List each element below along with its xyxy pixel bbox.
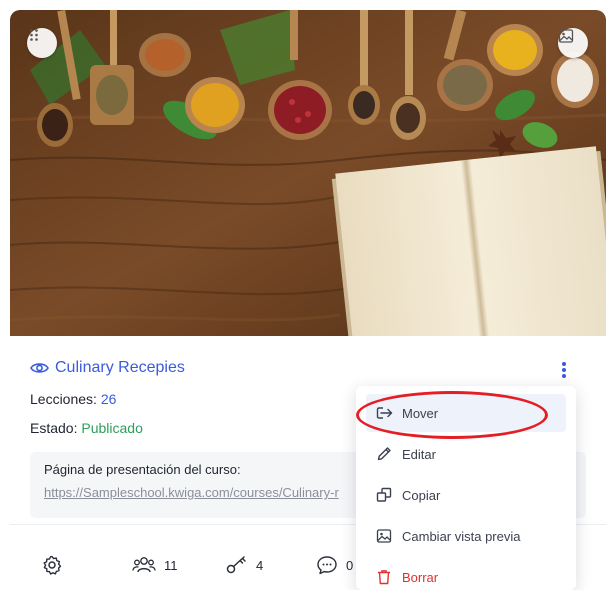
comment-icon [317,556,337,575]
menu-item-edit[interactable]: Editar [366,435,566,473]
lessons-info: Lecciones: 26 [30,391,116,407]
move-icon [376,407,393,419]
more-options-button[interactable] [556,360,572,380]
menu-item-delete[interactable]: Borrar [366,558,566,590]
menu-item-change-preview[interactable]: Cambiar vista previa [366,517,566,555]
image-icon [558,29,574,43]
drag-handle-button[interactable] [27,28,57,58]
settings-button[interactable] [42,555,70,575]
comments-stat[interactable]: 0 [316,555,353,575]
course-actions-menu: Mover Editar Copiar Cambiar vista previa… [356,386,576,590]
menu-item-edit-label: Editar [402,446,436,462]
course-title-row: Culinary Recepies [30,359,185,377]
menu-item-copy[interactable]: Copiar [366,476,566,514]
students-stat[interactable]: 11 [132,555,178,575]
access-keys-count: 4 [256,557,264,573]
students-count: 11 [164,557,178,573]
kebab-dot [562,374,566,378]
pencil-icon [377,447,391,461]
comments-count: 0 [346,557,354,573]
copy-icon [376,487,392,502]
kebab-dot [562,362,566,366]
state-value: Publicado [81,420,143,436]
menu-item-move[interactable]: Mover [366,394,566,432]
lessons-count: 26 [100,391,117,407]
state-info: Estado: Publicado [30,420,143,436]
cover-illustration [10,10,606,336]
access-keys-stat[interactable]: 4 [226,555,263,575]
drag-dots-icon [30,29,38,41]
course-title-link[interactable]: Culinary Recepies [55,359,185,377]
image-icon [376,529,392,543]
menu-item-copy-label: Copiar [402,487,441,503]
state-label: Estado: [30,420,78,436]
lessons-label: Lecciones: [30,391,97,407]
course-cover-image [10,10,606,336]
menu-item-move-label: Mover [402,405,439,421]
trash-icon [378,570,390,585]
menu-item-change-preview-label: Cambiar vista previa [402,528,521,544]
menu-item-delete-label: Borrar [402,569,439,585]
eye-icon [30,361,49,375]
kebab-dot [562,368,566,372]
gear-icon [43,555,62,575]
change-cover-button[interactable] [558,28,588,58]
users-icon [132,557,156,573]
key-icon [226,556,246,574]
